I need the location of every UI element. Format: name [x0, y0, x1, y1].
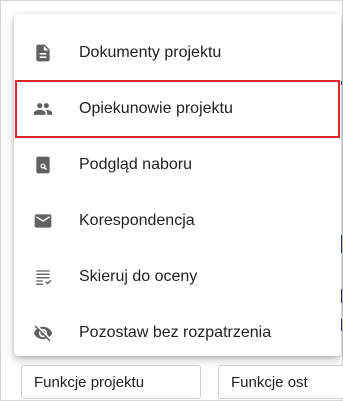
project-functions-button[interactable]: Funkcje projektu [21, 365, 201, 399]
menu-item-send-to-evaluation[interactable]: Skieruj do oceny [14, 249, 341, 305]
project-functions-menu: Dokumenty projektu Opiekunowie projektu … [14, 14, 341, 356]
menu-item-call-preview[interactable]: Podgląd naboru [14, 137, 341, 193]
people-icon [31, 97, 55, 121]
search-document-icon [31, 153, 55, 177]
menu-item-label: Podgląd naboru [79, 156, 192, 173]
menu-item-project-documents[interactable]: Dokumenty projektu [14, 25, 341, 81]
menu-item-label: Opiekunowie projektu [79, 100, 233, 117]
menu-item-label: Pozostaw bez rozpatrzenia [79, 324, 272, 341]
menu-item-label: Korespondencja [79, 212, 195, 229]
menu-item-correspondence[interactable]: Korespondencja [14, 193, 341, 249]
menu-item-leave-unconsidered[interactable]: Pozostaw bez rozpatrzenia [14, 305, 341, 361]
mail-icon [31, 209, 55, 233]
document-icon [31, 41, 55, 65]
menu-item-label: Dokumenty projektu [79, 44, 222, 61]
menu-item-label: Skieruj do oceny [79, 268, 198, 285]
other-functions-button[interactable]: Funkcje ost [218, 365, 343, 399]
menu-item-project-supervisors[interactable]: Opiekunowie projektu [15, 80, 340, 138]
visibility-off-icon [31, 321, 55, 345]
checklist-icon [31, 265, 55, 289]
